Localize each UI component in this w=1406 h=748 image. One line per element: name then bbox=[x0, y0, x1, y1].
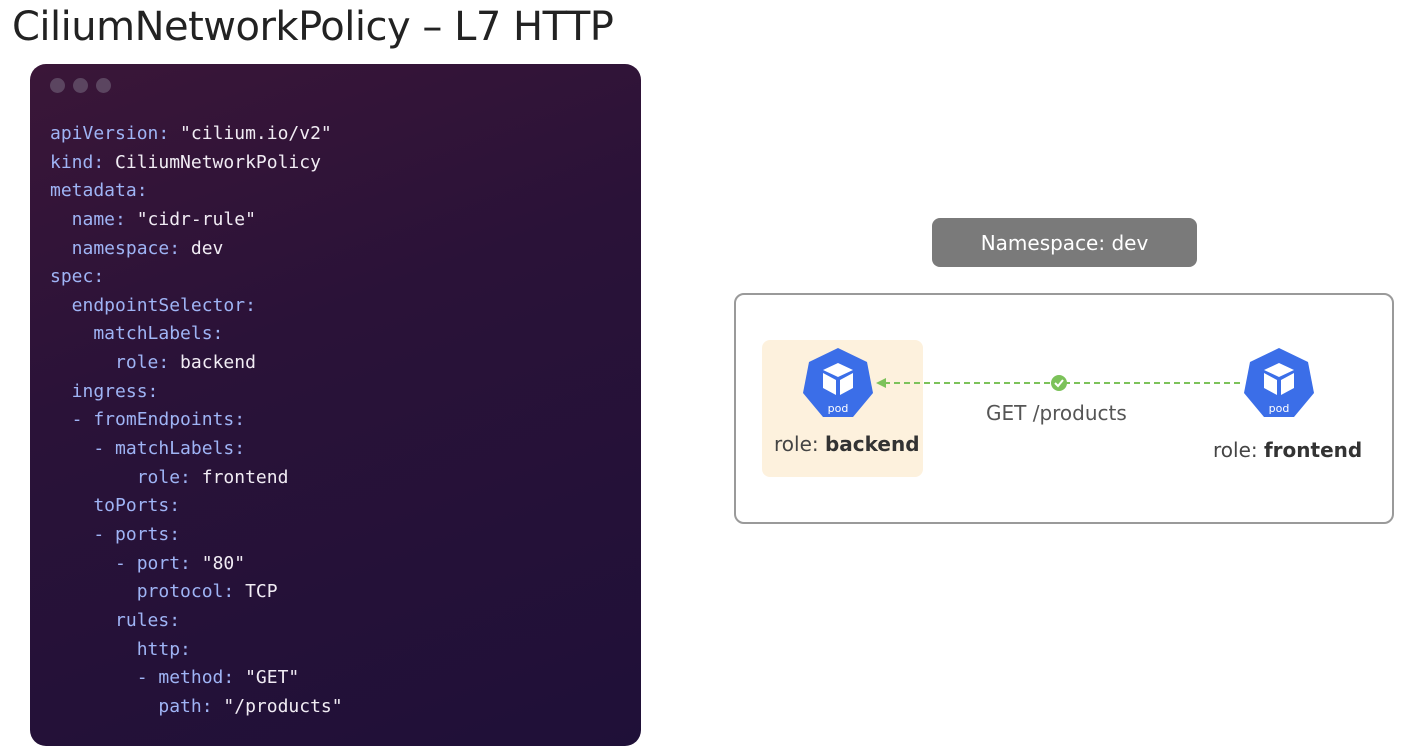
code-key: - matchLabels: bbox=[50, 438, 246, 460]
code-value: "GET" bbox=[234, 667, 300, 689]
frontend-role-label: role: frontend bbox=[1213, 438, 1362, 462]
code-line: kind: CiliumNetworkPolicy bbox=[50, 149, 343, 178]
frontend-pod-label: pod bbox=[1268, 402, 1290, 415]
code-key: http: bbox=[50, 638, 191, 660]
window-dot-minimize bbox=[73, 78, 88, 93]
code-line: role: frontend bbox=[50, 464, 343, 493]
http-edge-arrow bbox=[876, 375, 1242, 391]
backend-pod-label: pod bbox=[827, 402, 849, 415]
code-key: name: bbox=[50, 208, 126, 230]
code-key: metadata: bbox=[50, 180, 148, 202]
code-line: apiVersion: "cilium.io/v2" bbox=[50, 120, 343, 149]
backend-role-value: backend bbox=[824, 432, 920, 456]
namespace-label: Namespace: dev bbox=[932, 218, 1197, 267]
code-line: - ports: bbox=[50, 521, 343, 550]
code-line: spec: bbox=[50, 263, 343, 292]
code-key: - port: bbox=[50, 552, 191, 574]
code-value: CiliumNetworkPolicy bbox=[104, 151, 321, 173]
code-window: apiVersion: "cilium.io/v2" kind: CiliumNe… bbox=[30, 64, 641, 746]
backend-role-prefix: role: bbox=[774, 432, 825, 456]
yaml-code-block: apiVersion: "cilium.io/v2" kind: CiliumNe… bbox=[50, 120, 343, 721]
code-line: role: backend bbox=[50, 349, 343, 378]
edge-label: GET /products bbox=[986, 401, 1127, 425]
code-key: spec: bbox=[50, 266, 105, 288]
code-line: name: "cidr-rule" bbox=[50, 206, 343, 235]
code-key: kind: bbox=[50, 151, 105, 173]
code-value: TCP bbox=[234, 581, 278, 603]
code-value: "cilium.io/v2" bbox=[169, 123, 332, 144]
frontend-role-prefix: role: bbox=[1213, 438, 1264, 462]
code-line: toPorts: bbox=[50, 492, 343, 521]
code-line: - fromEndpoints: bbox=[50, 406, 343, 435]
code-line: http: bbox=[50, 636, 343, 665]
code-value: backend bbox=[169, 352, 256, 374]
window-controls bbox=[50, 78, 111, 93]
code-line: - method: "GET" bbox=[50, 664, 343, 693]
code-value: dev bbox=[180, 237, 224, 259]
frontend-role-value: frontend bbox=[1263, 438, 1363, 462]
backend-role-label: role: backend bbox=[774, 432, 920, 456]
edge-arrowhead bbox=[876, 378, 886, 388]
code-key: role: bbox=[50, 352, 170, 374]
code-key: path: bbox=[50, 695, 213, 717]
code-line: namespace: dev bbox=[50, 235, 343, 264]
code-key: namespace: bbox=[50, 237, 181, 259]
code-key: role: bbox=[50, 466, 191, 488]
window-dot-close bbox=[50, 78, 65, 93]
code-key: ingress: bbox=[50, 380, 159, 402]
code-line: path: "/products" bbox=[50, 693, 343, 722]
code-key: rules: bbox=[50, 609, 181, 631]
window-dot-maximize bbox=[96, 78, 111, 93]
code-line: metadata: bbox=[50, 177, 343, 206]
code-line: - matchLabels: bbox=[50, 435, 343, 464]
allowed-check-icon bbox=[1051, 375, 1067, 391]
code-key: - ports: bbox=[50, 523, 181, 545]
code-line: ingress: bbox=[50, 378, 343, 407]
code-key: - method: bbox=[50, 667, 235, 689]
code-line: matchLabels: bbox=[50, 320, 343, 349]
code-key: matchLabels: bbox=[50, 323, 224, 345]
code-value: frontend bbox=[190, 466, 289, 488]
code-value: "cidr-rule" bbox=[125, 208, 256, 230]
code-value: "80" bbox=[190, 552, 246, 574]
code-key: endpointSelector: bbox=[50, 294, 256, 316]
slide-title: CiliumNetworkPolicy – L7 HTTP bbox=[12, 4, 614, 50]
code-line: - port: "80" bbox=[50, 550, 343, 579]
code-line: protocol: TCP bbox=[50, 578, 343, 607]
code-key: protocol: bbox=[50, 581, 235, 603]
code-value: "/products" bbox=[212, 695, 343, 717]
code-line: rules: bbox=[50, 607, 343, 636]
code-key: toPorts: bbox=[50, 495, 181, 517]
code-key: - fromEndpoints: bbox=[50, 409, 246, 431]
code-line: endpointSelector: bbox=[50, 292, 343, 321]
code-key: apiVersion: bbox=[50, 123, 170, 144]
